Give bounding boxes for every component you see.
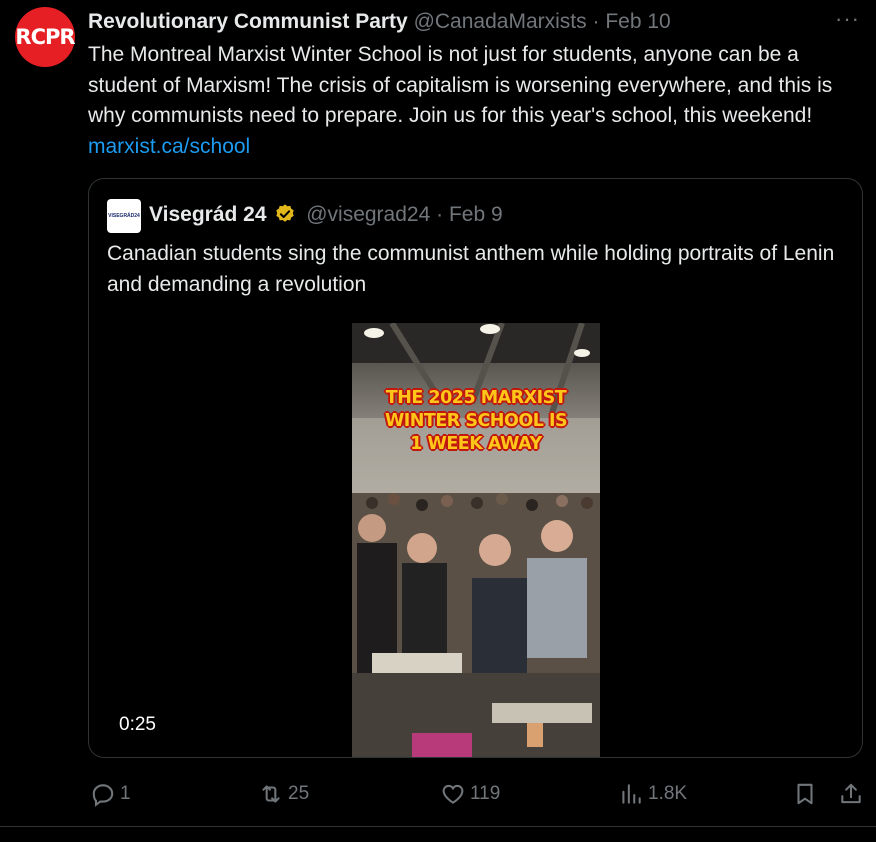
avatar-logo-text: RCPR bbox=[15, 25, 75, 49]
video-caption-line: 1 WEEK AWAY bbox=[410, 434, 542, 454]
views-button[interactable]: 1.8K bbox=[618, 776, 687, 812]
quoted-author-avatar[interactable]: VISEGRÁD24 bbox=[107, 199, 141, 233]
heart-icon bbox=[442, 784, 464, 804]
bookmark-icon bbox=[797, 783, 813, 805]
tweet-divider bbox=[0, 826, 876, 827]
separator-dot: · bbox=[436, 203, 444, 226]
author-avatar[interactable]: RCPR bbox=[15, 7, 76, 67]
like-count: 119 bbox=[470, 783, 501, 804]
quoted-author-name[interactable]: Visegrád 24 bbox=[149, 203, 267, 226]
tweet-header: Revolutionary Communist Party @CanadaMar… bbox=[88, 8, 816, 36]
bookmark-button[interactable] bbox=[792, 776, 822, 812]
repost-button[interactable]: 25 bbox=[258, 776, 309, 812]
share-button[interactable] bbox=[838, 776, 868, 812]
video-player[interactable]: THE 2025 MARXIST WINTER SCHOOL IS 1 WEEK… bbox=[352, 323, 600, 757]
verified-badge-icon bbox=[276, 204, 295, 222]
video-caption-line: THE 2025 MARXIST bbox=[385, 388, 567, 408]
tweet-text: The Montreal Marxist Winter School is no… bbox=[88, 40, 868, 162]
quoted-tweet[interactable]: VISEGRÁD24 Visegrád 24 @visegrad24 · Feb… bbox=[88, 178, 863, 758]
video-duration: 0:25 bbox=[119, 714, 156, 735]
like-button[interactable]: 119 bbox=[440, 776, 500, 812]
reply-button[interactable]: 1 bbox=[90, 776, 131, 812]
more-options-icon[interactable]: ··· bbox=[835, 6, 860, 32]
post-date[interactable]: Feb 10 bbox=[605, 10, 670, 33]
view-count: 1.8K bbox=[648, 783, 688, 804]
action-bar: 1 25 119 1.8K bbox=[0, 776, 876, 816]
quoted-avatar-logo-text: VISEGRÁD24 bbox=[108, 213, 140, 219]
quoted-tweet-header: Visegrád 24 @visegrad24 · Feb 9 bbox=[149, 199, 503, 231]
quoted-author-handle[interactable]: @visegrad24 bbox=[306, 203, 430, 226]
quoted-tweet-text: Canadian students sing the communist ant… bbox=[107, 242, 835, 296]
quoted-post-date[interactable]: Feb 9 bbox=[449, 203, 503, 226]
tweet-link[interactable]: marxist.ca/school bbox=[88, 135, 250, 158]
repost-icon bbox=[262, 785, 280, 803]
separator-dot: · bbox=[592, 10, 600, 33]
reply-icon bbox=[92, 784, 114, 807]
share-icon bbox=[841, 783, 861, 804]
reply-count: 1 bbox=[120, 783, 131, 804]
repost-count: 25 bbox=[288, 783, 310, 804]
analytics-icon bbox=[622, 784, 641, 804]
tweet-body: The Montreal Marxist Winter School is no… bbox=[88, 43, 833, 127]
video-caption-line: WINTER SCHOOL IS bbox=[384, 411, 568, 431]
author-handle[interactable]: @CanadaMarxists bbox=[414, 10, 587, 33]
video-caption-overlay: THE 2025 MARXIST WINTER SCHOOL IS 1 WEEK… bbox=[352, 387, 600, 456]
author-name[interactable]: Revolutionary Communist Party bbox=[88, 10, 408, 33]
